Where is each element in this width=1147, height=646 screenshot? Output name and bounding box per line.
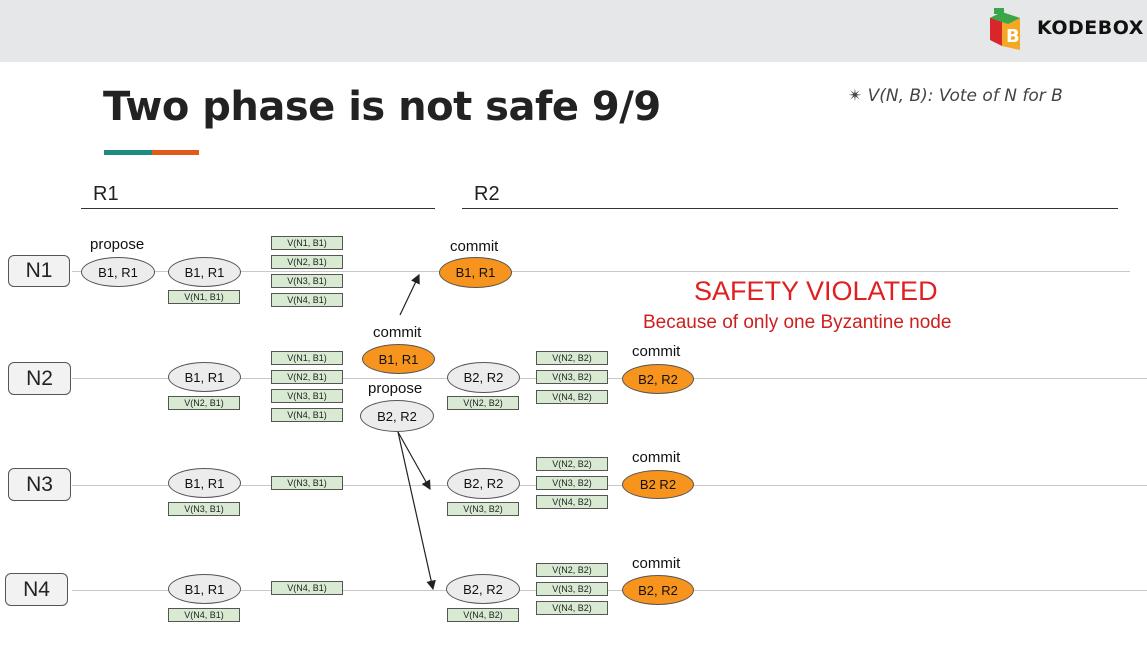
block-b2r2-n2: B2, R2	[447, 362, 520, 393]
label-propose-n2: propose	[368, 380, 423, 397]
block-b2r2-commit-n3: B2 R2	[622, 470, 694, 499]
vote-n2b2-n3: V(N2, B2)	[536, 457, 608, 471]
block-b1r1-n2: B1, R1	[168, 362, 241, 392]
vote-n1b1-n2: V(N1, B1)	[271, 351, 343, 365]
label-commit-n2-r1: commit	[373, 324, 422, 341]
label-commit-n3: commit	[632, 449, 681, 466]
block-b2r2-commit-n4: B2, R2	[622, 575, 694, 605]
label-commit-n2-r2: commit	[632, 343, 681, 360]
message-arrows	[397, 273, 436, 591]
block-b1r1-propose-n1: B1, R1	[81, 257, 155, 287]
vote-n1b1-own: V(N1, B1)	[168, 290, 240, 304]
vote-n3b1-own: V(N3, B1)	[168, 502, 240, 516]
block-b2r2-n3: B2, R2	[447, 468, 520, 499]
vote-n4b2-n4: V(N4, B2)	[536, 601, 608, 615]
block-b1r1-commit-n1: B1, R1	[439, 257, 512, 288]
vote-n3b1-n2: V(N3, B1)	[271, 389, 343, 403]
vote-n1b1: V(N1, B1)	[271, 236, 343, 250]
vote-n4b1-n4: V(N4, B1)	[271, 581, 343, 595]
vote-n2b1: V(N2, B1)	[271, 255, 343, 269]
block-b1r1-n4: B1, R1	[168, 574, 241, 604]
safety-violated-text: SAFETY VIOLATED	[694, 276, 938, 306]
byzantine-explanation: Because of only one Byzantine node	[643, 312, 952, 333]
arrow-propose-to-n4	[397, 431, 436, 591]
vote-n2b1-own: V(N2, B1)	[168, 396, 240, 410]
block-b1r1-commit-n2: B1, R1	[362, 344, 435, 374]
vote-n2b2-n4: V(N2, B2)	[536, 563, 608, 577]
vote-n4b2-n2: V(N4, B2)	[536, 390, 608, 404]
vote-n4b1: V(N4, B1)	[271, 293, 343, 307]
label-commit-n4: commit	[632, 555, 681, 572]
block-b2r2-n4: B2, R2	[446, 574, 520, 604]
vote-n2b1-n2: V(N2, B1)	[271, 370, 343, 384]
block-b1r1-n3: B1, R1	[168, 468, 241, 498]
vote-n3b1-n3: V(N3, B1)	[271, 476, 343, 490]
vote-n3b2-n2: V(N3, B2)	[536, 370, 608, 384]
arrow-commit-to-n1	[399, 273, 420, 316]
block-b2r2-commit-n2: B2, R2	[622, 364, 694, 394]
vote-n4b2-own: V(N4, B2)	[447, 608, 519, 622]
vote-n3b1: V(N3, B1)	[271, 274, 343, 288]
vote-n4b1-n2: V(N4, B1)	[271, 408, 343, 422]
arrow-propose-to-n3	[397, 431, 431, 491]
vote-n2b2-own: V(N2, B2)	[447, 396, 519, 410]
label-propose-n1: propose	[90, 236, 145, 253]
vote-n3b2-n4: V(N3, B2)	[536, 582, 608, 596]
label-commit-n1: commit	[450, 238, 499, 255]
vote-n2b2-n2: V(N2, B2)	[536, 351, 608, 365]
block-b2r2-propose-n2: B2, R2	[360, 400, 434, 432]
vote-n4b2-n3: V(N4, B2)	[536, 495, 608, 509]
vote-n3b2-n3: V(N3, B2)	[536, 476, 608, 490]
block-b1r1-n1: B1, R1	[168, 257, 241, 287]
vote-n4b1-own: V(N4, B1)	[168, 608, 240, 622]
vote-n3b2-own: V(N3, B2)	[447, 502, 519, 516]
